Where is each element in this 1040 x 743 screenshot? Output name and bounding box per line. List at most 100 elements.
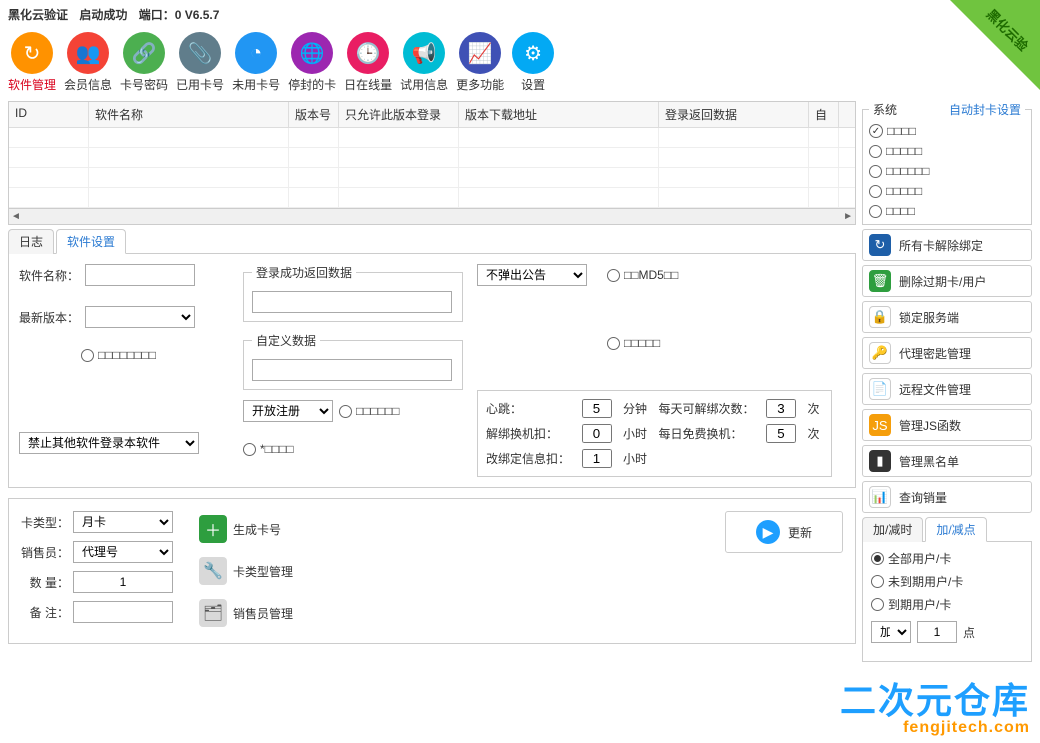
toolbar-4[interactable]: ◔ 未用卡号	[232, 32, 280, 93]
box-radio[interactable]	[607, 337, 620, 350]
toolbar-0[interactable]: ↻ 软件管理	[8, 32, 56, 93]
md5-radio[interactable]	[607, 269, 620, 282]
seller-select[interactable]: 代理号	[73, 541, 173, 563]
grid-col-4[interactable]: 版本下载地址	[459, 102, 659, 127]
free-change-input[interactable]	[766, 424, 796, 443]
unbind-count-input[interactable]	[766, 399, 796, 418]
action-5[interactable]: JS管理JS函数	[862, 409, 1032, 441]
table-row[interactable]	[9, 128, 855, 148]
toolbar-1[interactable]: 👥 会员信息	[64, 32, 112, 93]
toolbar-icon-8: 📈	[459, 32, 501, 74]
notice-select[interactable]: 不弹出公告	[477, 264, 587, 286]
table-row[interactable]	[9, 188, 855, 208]
custom-data-fieldset: 自定义数据	[243, 332, 463, 390]
watermark: 二次元仓库 fengjitech.com	[840, 683, 1030, 737]
action-7[interactable]: 📊查询销量	[862, 481, 1032, 513]
soft-version-select[interactable]	[85, 306, 195, 328]
app-name: 黑化云验证	[8, 6, 68, 23]
toolbar-8[interactable]: 📈 更多功能	[456, 32, 504, 93]
tab-soft-settings[interactable]: 软件设置	[56, 229, 126, 254]
star-opt-radio[interactable]	[243, 443, 256, 456]
action-2[interactable]: 🔒锁定服务端	[862, 301, 1032, 333]
table-row[interactable]	[9, 148, 855, 168]
point-op-value[interactable]	[917, 621, 957, 643]
sys-opt-2[interactable]: □□□□□□	[869, 164, 1025, 178]
grid-col-2[interactable]: 版本号	[289, 102, 339, 127]
table-row[interactable]	[9, 168, 855, 188]
open-reg-select[interactable]: 开放注册	[243, 400, 333, 422]
plus-icon: ＋	[199, 515, 227, 543]
sys-opt-3[interactable]: □□□□□	[869, 184, 1025, 198]
grid-col-6[interactable]: 自	[809, 102, 839, 127]
sys-opt-4[interactable]: □□□□	[869, 204, 1025, 218]
main-toolbar: ↻ 软件管理👥 会员信息🔗 卡号密码📎 已用卡号◔ 未用卡号🌐 停封的卡🕒 日在…	[0, 28, 1040, 97]
box-label: □□□□□	[624, 336, 660, 350]
grid-col-1[interactable]: 软件名称	[89, 102, 289, 127]
app-status: 启动成功	[79, 6, 127, 23]
sys-opt-0[interactable]: ✓□□□□	[869, 124, 1025, 138]
rebind-fee-input[interactable]	[582, 449, 612, 468]
toolbar-label-8: 更多功能	[456, 76, 504, 93]
unbind-count-unit: 次	[807, 400, 823, 417]
grid-body[interactable]	[9, 128, 855, 208]
free-change-label: 每日免费换机：	[658, 425, 758, 442]
toolbar-label-6: 日在线量	[344, 76, 392, 93]
point-opt-0[interactable]: 全部用户/卡	[871, 550, 1023, 567]
wrench-icon: 🔧	[199, 557, 227, 585]
toolbar-7[interactable]: 📢 试用信息	[400, 32, 448, 93]
login-return-input[interactable]	[252, 291, 452, 313]
toolbar-3[interactable]: 📎 已用卡号	[176, 32, 224, 93]
sys-opt-1[interactable]: □□□□□	[869, 144, 1025, 158]
login-return-fieldset: 登录成功返回数据	[243, 264, 463, 322]
remark-input[interactable]	[73, 601, 173, 623]
toolbar-5[interactable]: 🌐 停封的卡	[288, 32, 336, 93]
radio-icon	[871, 575, 884, 588]
toolbar-icon-6: 🕒	[347, 32, 389, 74]
point-op-select[interactable]: 加	[871, 621, 911, 643]
action-0[interactable]: ↻所有卡解除绑定	[862, 229, 1032, 261]
heartbeat-box: 心跳： 分钟 每天可解绑次数： 次 解绑换机扣： 小时 每日免费换机： 次	[477, 390, 832, 477]
tab-log[interactable]: 日志	[8, 229, 54, 254]
soft-name-input[interactable]	[85, 264, 195, 286]
open-reg-opt-radio[interactable]	[339, 405, 352, 418]
card-type-manage-button[interactable]: 🔧 卡类型管理	[193, 553, 299, 589]
point-opt-2[interactable]: 到期用户/卡	[871, 596, 1023, 613]
software-grid[interactable]: ID软件名称版本号只允许此版本登录版本下载地址登录返回数据自 ◄►	[8, 101, 856, 225]
tab-add-time[interactable]: 加/减时	[862, 517, 923, 542]
soft-version-label: 最新版本：	[19, 309, 79, 326]
toolbar-2[interactable]: 🔗 卡号密码	[120, 32, 168, 93]
auto-ban-link[interactable]: 自动封卡设置	[949, 101, 1021, 118]
toolbar-9[interactable]: ⚙ 设置	[512, 32, 554, 93]
grid-col-3[interactable]: 只允许此版本登录	[339, 102, 459, 127]
hb-input[interactable]	[582, 399, 612, 418]
point-opt-1[interactable]: 未到期用户/卡	[871, 573, 1023, 590]
custom-data-input[interactable]	[252, 359, 452, 381]
box-icon: 🗂	[199, 599, 227, 627]
card-type-select[interactable]: 月卡	[73, 511, 173, 533]
watermark-en: fengjitech.com	[840, 719, 1030, 737]
toolbar-icon-0: ↻	[11, 32, 53, 74]
block-other-select[interactable]: 禁止其他软件登录本软件	[19, 432, 199, 454]
action-6[interactable]: ▮管理黑名单	[862, 445, 1032, 477]
unbind-fee-input[interactable]	[582, 424, 612, 443]
grid-header: ID软件名称版本号只允许此版本登录版本下载地址登录返回数据自	[9, 102, 855, 128]
qty-input[interactable]	[73, 571, 173, 593]
toolbar-6[interactable]: 🕒 日在线量	[344, 32, 392, 93]
action-icon-2: 🔒	[869, 306, 891, 328]
grid-hscrollbar[interactable]: ◄►	[9, 208, 855, 224]
refresh-icon: ▶	[756, 520, 780, 544]
free-change-unit: 次	[807, 425, 823, 442]
grid-col-5[interactable]: 登录返回数据	[659, 102, 809, 127]
check-icon: ✓	[869, 124, 883, 138]
grid-col-0[interactable]: ID	[9, 102, 89, 127]
toolbar-icon-7: 📢	[403, 32, 445, 74]
generate-card-button[interactable]: ＋ 生成卡号	[193, 511, 299, 547]
action-4[interactable]: 📄远程文件管理	[862, 373, 1032, 405]
action-1[interactable]: 🗑删除过期卡/用户	[862, 265, 1032, 297]
force-version-radio[interactable]	[81, 349, 94, 362]
action-3[interactable]: 🔑代理密匙管理	[862, 337, 1032, 369]
generate-panel: 卡类型： 月卡 销售员： 代理号 数 量： 备 注： ＋ 生成卡号 🔧 卡类型管…	[8, 498, 856, 644]
seller-manage-button[interactable]: 🗂 销售员管理	[193, 595, 299, 631]
tab-add-points[interactable]: 加/减点	[925, 517, 986, 542]
update-button[interactable]: ▶ 更新	[725, 511, 843, 553]
